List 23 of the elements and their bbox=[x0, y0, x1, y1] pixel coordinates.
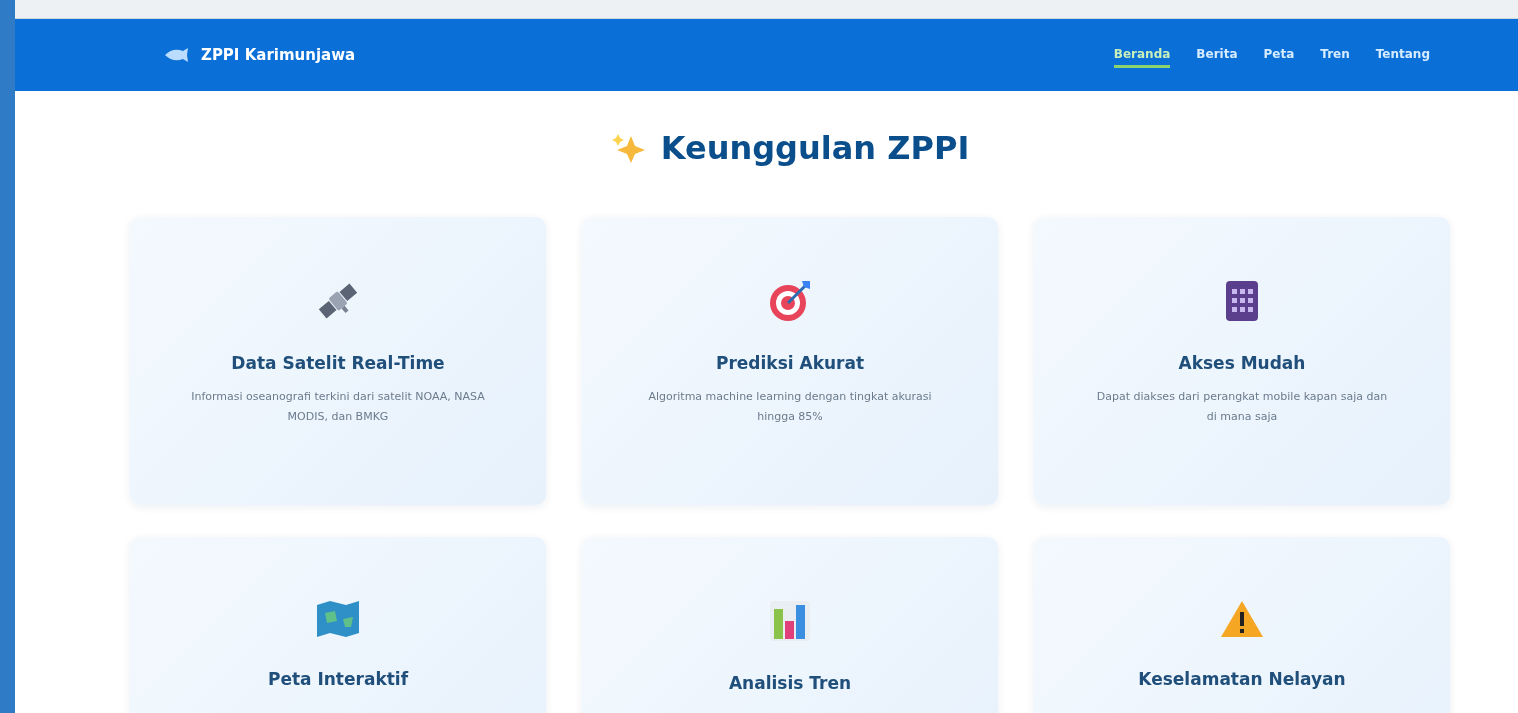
feature-title: Keselamatan Nelayan bbox=[1138, 669, 1346, 689]
nav-link[interactable]: Tren bbox=[1320, 42, 1350, 68]
feature-title: Akses Mudah bbox=[1178, 353, 1306, 373]
brand-name: ZPPI Karimunjawa bbox=[201, 46, 356, 64]
nav-link[interactable]: Beranda bbox=[1113, 42, 1171, 68]
warning-icon bbox=[1219, 599, 1265, 639]
section-title: Keunggulan ZPPI bbox=[660, 129, 970, 167]
feature-title: Prediksi Akurat bbox=[715, 353, 865, 373]
feature-title: Analisis Tren bbox=[728, 673, 852, 693]
map-icon bbox=[315, 599, 361, 639]
feature-title: Peta Interaktif bbox=[267, 669, 409, 689]
target-icon bbox=[768, 279, 812, 323]
nav-link[interactable]: Berita bbox=[1196, 42, 1238, 68]
nav-link[interactable]: Tentang bbox=[1375, 42, 1430, 68]
feature-description: Dapat diakses dari perangkat mobile kapan saja dan di mana saja bbox=[1095, 389, 1389, 425]
feature-title: Data Satelit Real-Time bbox=[231, 353, 445, 373]
bar-chart-icon bbox=[768, 599, 812, 643]
calculator-icon bbox=[1224, 279, 1260, 323]
feature-description: Informasi oseanografi terkini dari satelit NOAA, NASA MODIS, dan BMKG bbox=[190, 389, 486, 425]
fish-icon bbox=[163, 47, 189, 63]
nav-link[interactable]: Peta bbox=[1263, 42, 1295, 68]
feature-description: Algoritma machine learning dengan tingkat akurasi hingga 85% bbox=[647, 389, 933, 425]
sparkle-icon bbox=[610, 132, 647, 164]
